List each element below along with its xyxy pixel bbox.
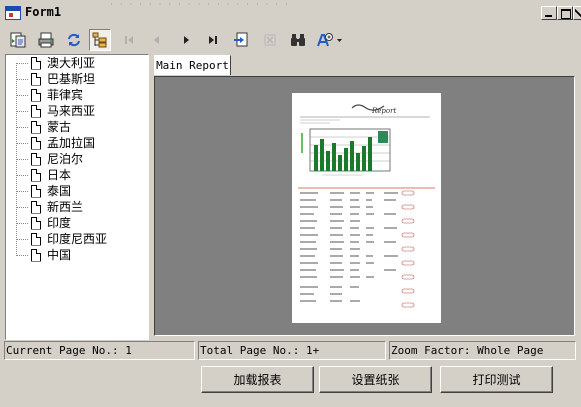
tree-item[interactable]: 泰国 (16, 183, 71, 199)
title-bar[interactable]: Form1 · · · · · · · · · · · · · · · · · … (0, 0, 581, 26)
tree-item[interactable]: 蒙古 (16, 119, 71, 135)
page-setup-button[interactable]: 设置纸张 (319, 366, 432, 393)
tree-item-label: 新西兰 (47, 200, 84, 214)
report-viewer[interactable]: Report (154, 76, 575, 336)
print-test-button[interactable]: 打印测试 (440, 366, 553, 393)
title-ghost-text: · · · · · · · · · · · · · · · · · · · (110, 0, 290, 10)
tree-item[interactable]: 马来西亚 (16, 103, 95, 119)
load-report-button[interactable]: 加载报表 (201, 366, 314, 393)
tree-item[interactable]: 日本 (16, 167, 71, 183)
report-page-rendering: Report (298, 104, 435, 308)
toggle-tree-icon[interactable] (89, 29, 111, 51)
document-icon (31, 104, 41, 118)
document-icon (31, 232, 41, 246)
document-icon (31, 248, 41, 262)
tree-item-label: 巴基斯坦 (47, 72, 96, 86)
main-window: Form1 · · · · · · · · · · · · · · · · · … (0, 0, 581, 407)
document-icon (31, 72, 41, 86)
stop-icon[interactable] (259, 29, 281, 51)
tree-item-label: 马来西亚 (47, 104, 96, 118)
zoom-icon[interactable] (315, 29, 345, 51)
tree-item[interactable]: 尼泊尔 (16, 151, 83, 167)
refresh-icon[interactable] (63, 29, 85, 51)
document-icon (31, 152, 41, 166)
document-icon (31, 136, 41, 150)
maximize-button[interactable] (557, 6, 573, 20)
search-icon[interactable] (287, 29, 309, 51)
next-page-icon[interactable] (175, 29, 197, 51)
tree-item[interactable]: 新西兰 (16, 199, 83, 215)
document-icon (31, 184, 41, 198)
minimize-button[interactable] (541, 6, 557, 20)
document-icon (31, 200, 41, 214)
window-title: Form1 (25, 5, 62, 19)
goto-page-icon[interactable] (230, 29, 252, 51)
status-total-pages: Total Page No.: 1+ (198, 341, 386, 360)
last-page-icon[interactable] (202, 29, 224, 51)
tree-item[interactable]: 印度 (16, 215, 71, 231)
tab-main-report[interactable]: Main Report (154, 55, 231, 75)
tree-item[interactable]: 印度尼西亚 (16, 231, 107, 247)
tree-item[interactable]: 巴基斯坦 (16, 71, 95, 87)
status-current-page: Current Page No.: 1 (4, 341, 195, 360)
first-page-icon[interactable] (118, 29, 140, 51)
print-icon[interactable] (35, 29, 57, 51)
export-icon[interactable] (7, 29, 29, 51)
document-icon (31, 88, 41, 102)
report-page-thumbnail: Report (292, 93, 441, 323)
tree-item[interactable]: 中国 (16, 247, 71, 263)
tree-item-label: 菲律宾 (47, 88, 84, 102)
report-tree[interactable]: 澳大利亚 巴基斯坦 菲律宾 马来西亚 蒙古 孟加拉国 尼泊尔 日本 泰国 新西兰… (5, 54, 149, 340)
tree-item-label: 日本 (47, 168, 72, 182)
svg-text:Report: Report (371, 107, 396, 115)
tree-item-label: 孟加拉国 (47, 136, 96, 150)
tree-item-label: 中国 (47, 248, 72, 262)
document-icon (31, 56, 41, 70)
tree-item-label: 蒙古 (47, 120, 72, 134)
tree-item[interactable]: 孟加拉国 (16, 135, 95, 151)
previous-page-icon[interactable] (146, 29, 168, 51)
app-icon (5, 6, 21, 20)
tree-item-label: 印度尼西亚 (47, 232, 108, 246)
tree-item-label: 泰国 (47, 184, 72, 198)
close-button[interactable] (573, 6, 581, 20)
tree-item-label: 澳大利亚 (47, 56, 96, 70)
document-icon (31, 168, 41, 182)
status-zoom-factor: Zoom Factor: Whole Page (389, 341, 576, 360)
tree-item[interactable]: 澳大利亚 (16, 55, 95, 71)
document-icon (31, 216, 41, 230)
tree-item-label: 印度 (47, 216, 72, 230)
tree-item[interactable]: 菲律宾 (16, 87, 83, 103)
document-icon (31, 120, 41, 134)
tree-item-label: 尼泊尔 (47, 152, 84, 166)
report-toolbar (0, 27, 581, 54)
